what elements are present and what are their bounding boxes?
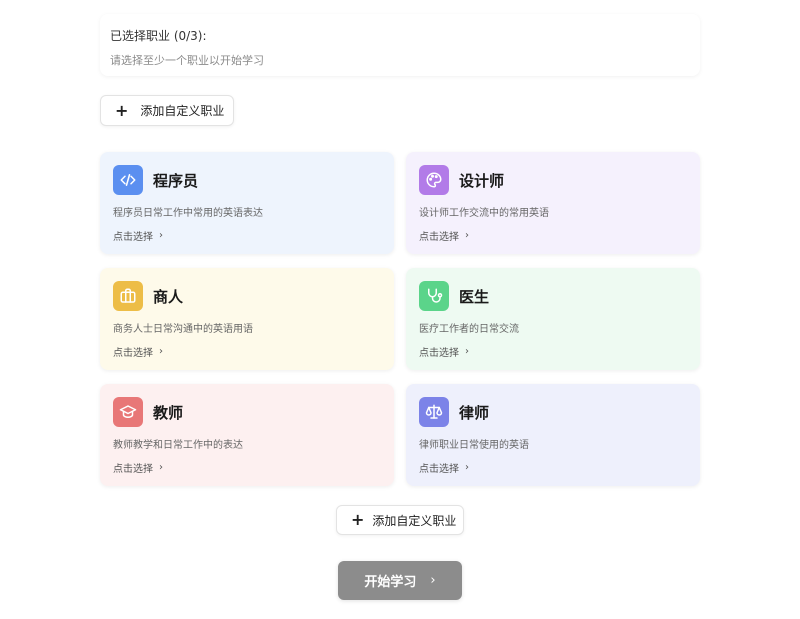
- career-card-programmer[interactable]: 程序员 程序员日常工作中常用的英语表达 点击选择 ›: [100, 152, 394, 254]
- career-name: 设计师: [459, 171, 505, 190]
- add-custom-career-label: 添加自定义职业: [372, 513, 457, 528]
- career-description: 程序员日常工作中常用的英语表达: [113, 208, 263, 219]
- career-card-teacher[interactable]: 教师 教师教学和日常工作中的表达 点击选择 ›: [100, 384, 394, 486]
- add-custom-career-button-top[interactable]: + 添加自定义职业: [100, 95, 234, 126]
- selected-careers-title: 已选择职业 (0/3):: [110, 29, 207, 43]
- palette-icon: [419, 165, 449, 195]
- chevron-right-icon: ›: [159, 462, 163, 473]
- start-learning-label: 开始学习: [364, 575, 417, 590]
- stethoscope-icon: [419, 281, 449, 311]
- click-to-select-label: 点击选择: [113, 232, 153, 243]
- selected-careers-panel: 已选择职业 (0/3): 请选择至少一个职业以开始学习: [100, 14, 700, 76]
- chevron-right-icon: ›: [465, 346, 469, 357]
- click-to-select[interactable]: 点击选择 ›: [419, 344, 687, 359]
- chevron-right-icon: ›: [159, 230, 163, 241]
- career-name: 商人: [153, 287, 184, 306]
- chevron-right-icon: ›: [465, 230, 469, 241]
- click-to-select-label: 点击选择: [113, 348, 153, 359]
- click-to-select-label: 点击选择: [419, 232, 459, 243]
- career-card-lawyer[interactable]: 律师 律师职业日常使用的英语 点击选择 ›: [406, 384, 700, 486]
- scales-icon: [419, 397, 449, 427]
- click-to-select-label: 点击选择: [113, 464, 153, 475]
- click-to-select[interactable]: 点击选择 ›: [113, 344, 381, 359]
- add-custom-career-label: 添加自定义职业: [140, 104, 225, 118]
- career-card-businessman[interactable]: 商人 商务人士日常沟通中的英语用语 点击选择 ›: [100, 268, 394, 370]
- career-description: 律师职业日常使用的英语: [419, 440, 529, 451]
- career-description: 设计师工作交流中的常用英语: [419, 208, 549, 219]
- plus-icon: +: [115, 100, 129, 120]
- chevron-right-icon: ›: [430, 573, 436, 588]
- click-to-select-label: 点击选择: [419, 348, 459, 359]
- click-to-select[interactable]: 点击选择 ›: [113, 460, 381, 475]
- code-icon: [113, 165, 143, 195]
- chevron-right-icon: ›: [159, 346, 163, 357]
- graduation-cap-icon: [113, 397, 143, 427]
- click-to-select[interactable]: 点击选择 ›: [419, 228, 687, 243]
- career-description: 医疗工作者的日常交流: [419, 324, 519, 335]
- career-card-doctor[interactable]: 医生 医疗工作者的日常交流 点击选择 ›: [406, 268, 700, 370]
- selected-careers-hint: 请选择至少一个职业以开始学习: [110, 54, 264, 67]
- career-description: 教师教学和日常工作中的表达: [113, 440, 243, 451]
- career-description: 商务人士日常沟通中的英语用语: [113, 324, 253, 335]
- start-learning-button[interactable]: 开始学习 ›: [338, 561, 462, 600]
- career-name: 程序员: [153, 171, 199, 190]
- career-name: 教师: [153, 403, 184, 422]
- career-name: 律师: [459, 403, 490, 422]
- chevron-right-icon: ›: [465, 462, 469, 473]
- click-to-select-label: 点击选择: [419, 464, 459, 475]
- click-to-select[interactable]: 点击选择 ›: [113, 228, 381, 243]
- add-custom-career-button-bottom[interactable]: + 添加自定义职业: [336, 505, 464, 535]
- briefcase-icon: [113, 281, 143, 311]
- career-name: 医生: [459, 287, 490, 306]
- career-card-designer[interactable]: 设计师 设计师工作交流中的常用英语 点击选择 ›: [406, 152, 700, 254]
- plus-icon: +: [351, 510, 365, 529]
- click-to-select[interactable]: 点击选择 ›: [419, 460, 687, 475]
